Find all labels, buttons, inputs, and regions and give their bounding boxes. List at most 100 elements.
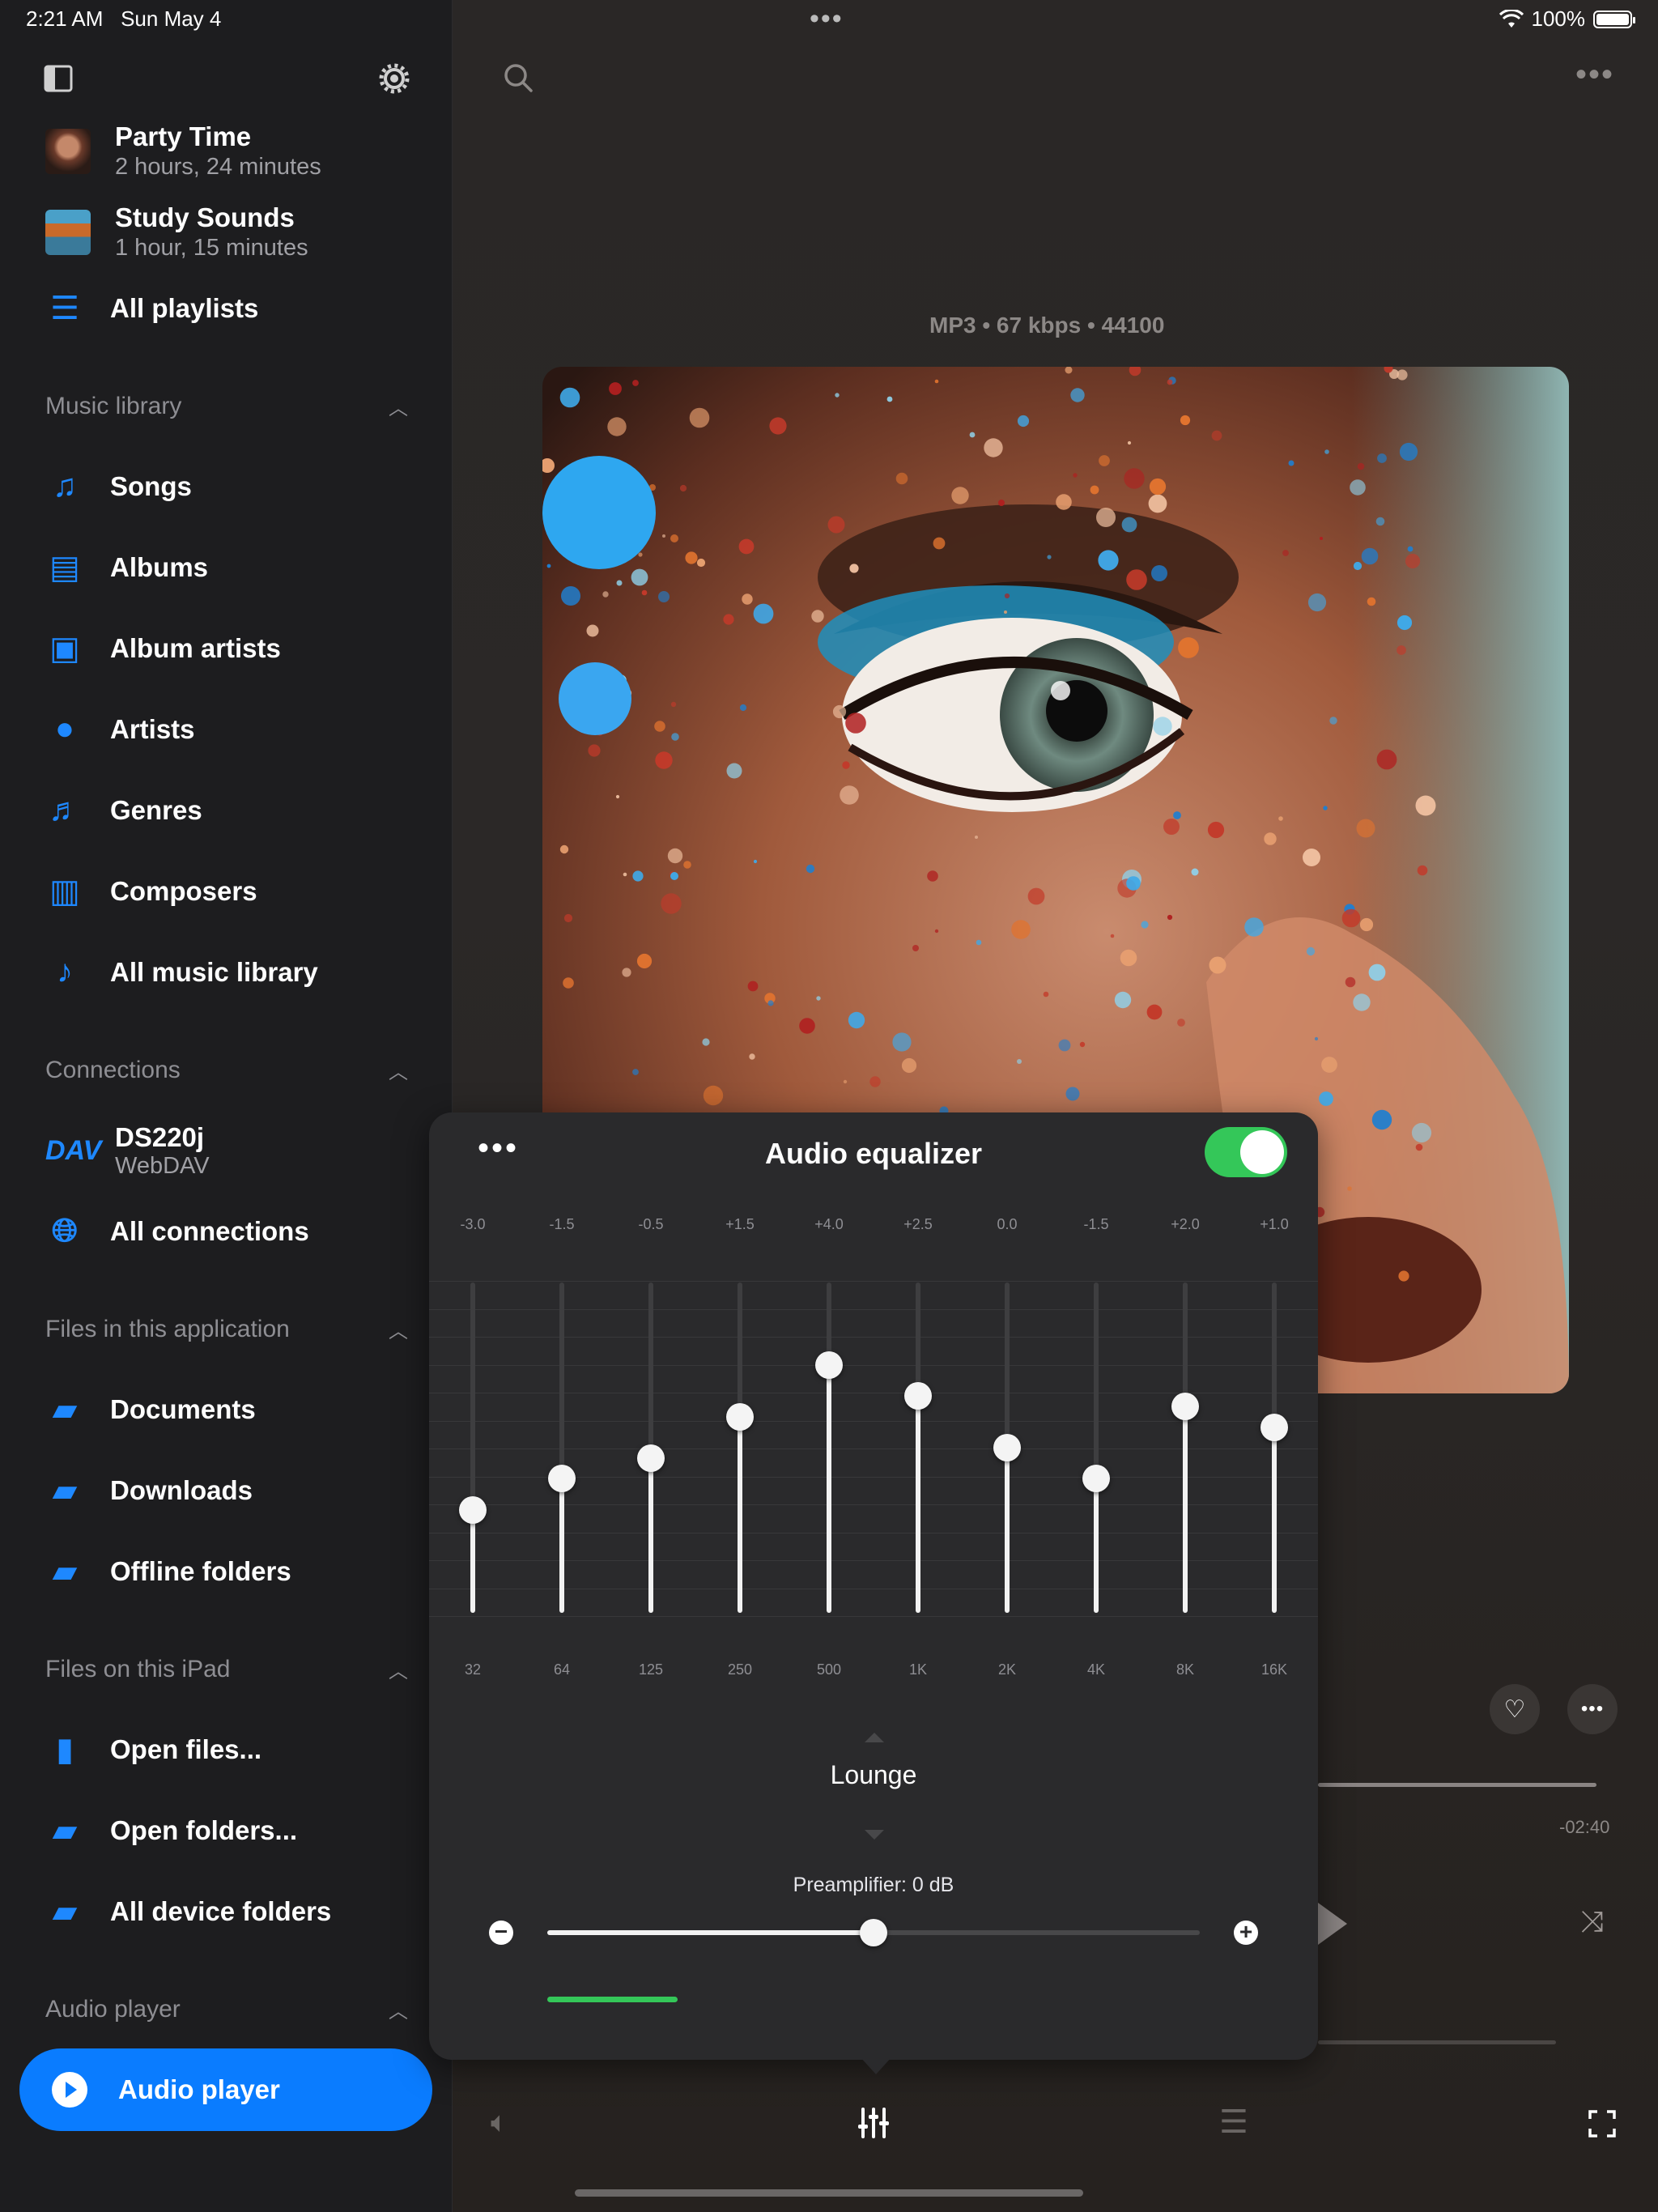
minus-icon[interactable]: − [489,1921,513,1945]
section-music-library[interactable]: Music library ︿ [45,392,408,420]
band-gain-label: +1.0 [1260,1216,1289,1232]
band-frequency-label: 250 [727,1661,753,1678]
volume-bar[interactable] [1318,2040,1556,2044]
track-options-button[interactable]: ••• [1567,1684,1618,1734]
band-slider-fill [738,1416,742,1613]
band-slider-knob[interactable] [726,1402,754,1431]
wifi-icon [1499,9,1524,28]
fullscreen-icon[interactable] [1588,2110,1616,2138]
music-library-icon: ♪ [57,954,73,989]
section-audio-player[interactable]: Audio player ︿ [45,1995,408,2023]
sidebar-item-artists[interactable]: ● Artists [45,711,195,747]
playlist-thumbnail [45,128,91,174]
sidebar-item-all-music-library[interactable]: ♪ All music library [45,954,318,990]
seek-bar[interactable] [1318,1783,1596,1787]
sidebar-item-all-device-folders[interactable]: ▰ All device folders [45,1893,332,1930]
sidebar-item-album-artists[interactable]: ▣ Album artists [45,630,281,667]
sidebar-item-composers[interactable]: ▥ Composers [45,873,257,910]
home-indicator [575,2189,1083,2197]
band-gain-label: +2.5 [903,1216,933,1232]
battery-percent: 100% [1531,6,1586,31]
sidebar-item-label: Composers [110,876,257,906]
sidebar-item-label: Genres [110,794,202,825]
playlist-item[interactable]: Study Sounds 1 hour, 15 minutes [45,202,308,262]
chevron-up-icon[interactable]: ︿ [389,1056,408,1084]
sidebar-item-audio-player[interactable]: Audio player [19,2048,432,2131]
band-slider-knob[interactable] [815,1351,843,1379]
equalizer-icon[interactable] [858,2107,889,2139]
multitask-dots[interactable]: ••• [810,3,844,35]
band-frequency-label: 16K [1261,1661,1288,1678]
sidebar-item-all-playlists[interactable]: ☰ All playlists [45,290,258,327]
equalizer-preset[interactable]: Lounge [429,1760,1318,1790]
chevron-up-icon[interactable]: ︿ [389,1995,408,2023]
band-slider-knob[interactable] [637,1444,665,1472]
playlist-title: Study Sounds [115,202,295,232]
band-gain-label: -1.5 [549,1216,575,1232]
sidebar-item-label: All playlists [110,293,259,323]
band-slider-fill [1005,1448,1010,1613]
chevron-up-icon[interactable]: ︿ [389,1315,408,1343]
section-connections[interactable]: Connections ︿ [45,1056,408,1084]
sidebar-toggle-icon[interactable] [44,65,73,92]
chevron-up-icon[interactable]: ︿ [389,1655,408,1683]
preset-next-icon[interactable] [865,1830,884,1840]
sidebar-item-documents[interactable]: ▰ Documents [45,1391,256,1428]
band-slider-knob[interactable] [1261,1413,1288,1441]
output-level-meter [547,1997,678,2002]
preamp-slider[interactable] [547,1919,1200,1946]
band-slider-fill [827,1365,831,1613]
sidebar-item-open-files[interactable]: ▮ Open files... [45,1731,261,1768]
band-slider-fill [559,1478,564,1613]
gear-icon[interactable] [377,62,411,96]
shuffle-icon[interactable]: ⤨ [1580,1904,1604,1939]
band-slider-knob[interactable] [904,1382,932,1410]
sidebar-item-albums[interactable]: ▤ Albums [45,549,208,586]
band-frequency-label: 4K [1086,1661,1106,1678]
piano-icon: ▥ [49,874,80,909]
sidebar-item-all-connections[interactable]: 🌐︎ All connections [45,1213,309,1249]
preamp-fill [547,1930,874,1935]
section-files-in-app[interactable]: Files in this application ︿ [45,1315,408,1343]
band-gain-label: +4.0 [814,1216,844,1232]
sidebar-item-label: Downloads [110,1475,253,1505]
band-slider-fill [1094,1478,1099,1613]
playlist-duration: 1 hour, 15 minutes [115,235,308,261]
battery-icon [1593,10,1635,28]
connection-name: DS220j [115,1122,205,1152]
band-frequency-label: 8K [1175,1661,1195,1678]
band-frequency-label: 500 [816,1661,842,1678]
status-right: 100% [1499,6,1635,32]
queue-icon[interactable]: ☰ [1219,2104,1248,2141]
sidebar-item-songs[interactable]: ♫ Songs [45,468,192,504]
band-slider-knob[interactable] [548,1465,576,1493]
playlist-item[interactable]: Party Time 2 hours, 24 minutes [45,121,321,181]
preamp-knob[interactable] [860,1919,887,1946]
preset-previous-icon[interactable] [865,1733,884,1742]
sidebar-item-genres[interactable]: ♬ Genres [45,792,202,828]
chevron-up-icon[interactable]: ︿ [389,392,408,420]
equalizer-bands: -3.0 32 -1.5 64 -0.5 125 +1.5 250 +4.0 500 +2.5 1K 0… [429,1112,1318,1728]
band-slider-knob[interactable] [459,1495,487,1524]
sidebar-item-open-folders[interactable]: ▰ Open folders... [45,1812,297,1849]
band-slider-fill [916,1396,920,1613]
speaker-icon[interactable]: 🔈︎ [491,2105,508,2140]
search-icon[interactable] [502,62,534,94]
band-slider-knob[interactable] [1171,1393,1199,1420]
audio-format: MP3 • 67 kbps • 44100 [929,313,1165,338]
sidebar-item-label: Documents [110,1394,256,1424]
sidebar-item-downloads[interactable]: ▰ Downloads [45,1472,253,1509]
section-files-on-ipad[interactable]: Files on this iPad ︿ [45,1655,408,1683]
favorite-button[interactable]: ♡ [1490,1684,1540,1734]
album-stack-icon: ▤ [49,550,80,585]
plus-icon[interactable]: + [1234,1921,1258,1945]
heart-icon: ♡ [1503,1695,1526,1723]
band-slider-knob[interactable] [993,1434,1021,1461]
status-time: 2:21 AM Sun May 4 [26,6,222,31]
play-icon[interactable] [1318,1903,1347,1945]
connection-item[interactable]: DAV DS220j WebDAV [45,1122,210,1180]
more-options-icon[interactable]: ••• [1575,57,1614,93]
band-slider-knob[interactable] [1082,1465,1110,1493]
band-frequency-label: 32 [464,1661,482,1678]
sidebar-item-offline-folders[interactable]: ▰ Offline folders [45,1553,291,1590]
